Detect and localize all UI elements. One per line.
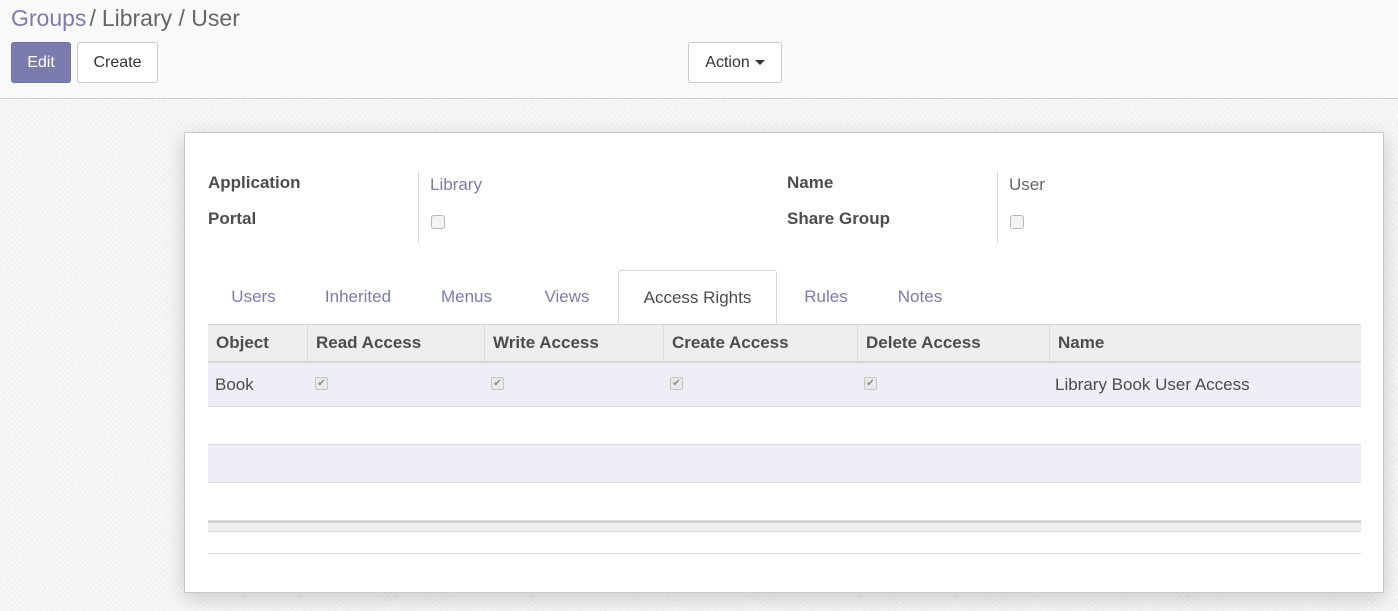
form-sheet: Application Library Portal Name User Sha… (184, 132, 1384, 593)
write-access-checkbox: ✔ (491, 377, 504, 390)
tab-rules[interactable]: Rules (777, 270, 875, 325)
name-value: User (1009, 175, 1045, 194)
breadcrumb: Groups / Library / User (11, 5, 240, 31)
check-icon: ✔ (317, 378, 326, 389)
portal-checkbox[interactable] (431, 215, 445, 229)
breadcrumb-current: Library / User (101, 5, 240, 31)
empty-row (208, 483, 1361, 521)
edit-button[interactable]: Edit (11, 42, 71, 83)
read-access-checkbox: ✔ (315, 377, 328, 390)
empty-row (208, 407, 1361, 445)
breadcrumb-separator: / (89, 5, 96, 31)
tab-notes[interactable]: Notes (875, 270, 965, 325)
table-bottom-divider (208, 553, 1361, 554)
check-icon: ✔ (493, 378, 502, 389)
column-header-write-access[interactable]: Write Access (485, 325, 664, 362)
tab-views[interactable]: Views (516, 270, 618, 325)
tab-access-rights[interactable]: Access Rights (618, 270, 777, 325)
check-icon: ✔ (866, 378, 875, 389)
column-header-read-access[interactable]: Read Access (308, 325, 485, 362)
create-access-checkbox: ✔ (670, 377, 683, 390)
field-separator (997, 171, 998, 243)
cell-object: Book (215, 375, 254, 394)
portal-label: Portal (208, 209, 257, 228)
action-dropdown-button[interactable]: Action (688, 42, 782, 83)
column-header-create-access[interactable]: Create Access (664, 325, 858, 362)
caret-down-icon (754, 60, 765, 66)
cell-name: Library Book User Access (1055, 375, 1250, 394)
empty-row (208, 445, 1361, 483)
breadcrumb-groups-link[interactable]: Groups (11, 5, 86, 31)
share-group-checkbox[interactable] (1010, 215, 1024, 229)
application-value-link[interactable]: Library (430, 175, 482, 195)
tab-users[interactable]: Users (208, 270, 299, 325)
table-footer (208, 521, 1361, 532)
delete-access-checkbox: ✔ (864, 377, 877, 390)
tab-menus[interactable]: Menus (417, 270, 516, 325)
tab-inherited[interactable]: Inherited (299, 270, 417, 325)
column-header-name[interactable]: Name (1050, 325, 1361, 362)
column-header-delete-access[interactable]: Delete Access (858, 325, 1050, 362)
share-group-label: Share Group (787, 209, 890, 228)
name-label: Name (787, 173, 834, 192)
field-separator (418, 171, 419, 243)
create-button[interactable]: Create (77, 42, 158, 83)
control-panel: Groups / Library / User Edit Create Action (0, 0, 1398, 99)
action-label: Action (705, 54, 750, 71)
table-row[interactable]: Book ✔ ✔ ✔ ✔ Library Book User Access (208, 363, 1361, 407)
table-header: Object Read Access Write Access Create A… (208, 324, 1361, 363)
check-icon: ✔ (672, 378, 681, 389)
column-header-object[interactable]: Object (208, 325, 308, 362)
application-label: Application (208, 173, 301, 192)
